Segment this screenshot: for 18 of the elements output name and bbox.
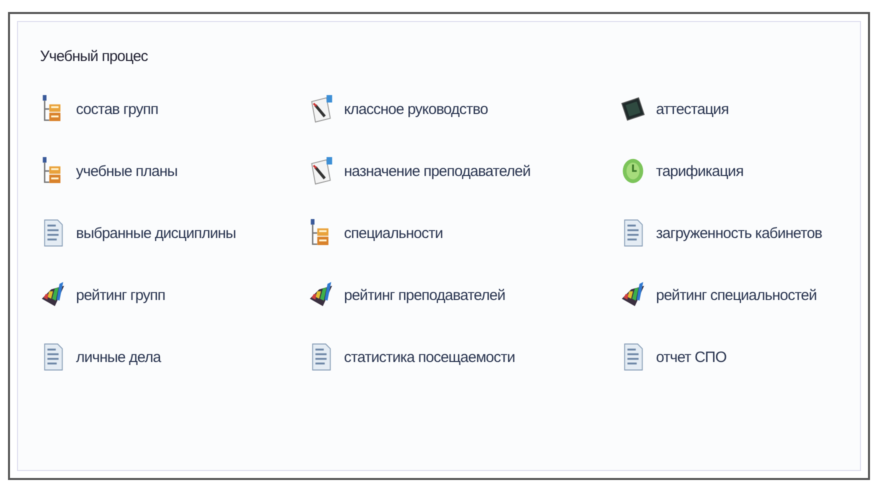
pen-document-icon (308, 155, 334, 187)
menu-link[interactable]: классное руководство (308, 91, 620, 127)
menu-link[interactable]: тарификация (620, 153, 846, 189)
menu-link[interactable]: рейтинг преподавателей (308, 277, 620, 313)
menu-link[interactable]: аттестация (620, 91, 846, 127)
menu-link[interactable]: назначение преподавателей (308, 153, 620, 189)
menu-link[interactable]: рейтинг специальностей (620, 277, 846, 313)
menu-link[interactable]: выбранные дисциплины (40, 215, 308, 251)
menu-link[interactable]: личные дела (40, 339, 308, 375)
menu-link[interactable]: состав групп (40, 91, 308, 127)
panel-title: Учебный процес (40, 48, 149, 65)
menu-link[interactable]: учебные планы (40, 153, 308, 189)
pen-document-icon (308, 93, 334, 125)
menu-link[interactable]: отчет СПО (620, 339, 846, 375)
menu-link[interactable]: статистика посещаемости (308, 339, 620, 375)
menu-link[interactable]: рейтинг групп (40, 277, 308, 313)
menu-link[interactable]: загруженность кабинетов (620, 215, 846, 251)
menu-link[interactable]: специальности (308, 215, 620, 251)
